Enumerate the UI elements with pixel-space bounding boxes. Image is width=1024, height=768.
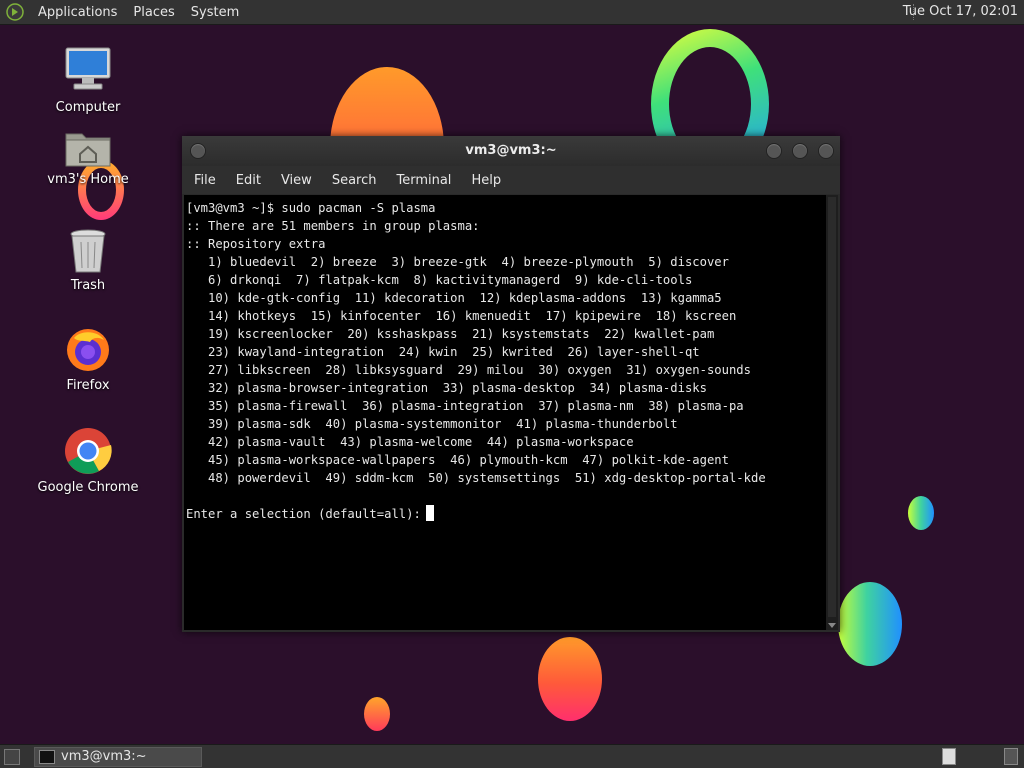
desktop-icon-trash[interactable]: Trash <box>33 228 143 294</box>
terminal-line: [vm3@vm3 ~]$ sudo pacman -S plasma <box>186 201 436 215</box>
desktop-icon-label: Firefox <box>66 378 110 393</box>
terminal-line: 35) plasma-firewall 36) plasma-integrati… <box>186 399 744 413</box>
scroll-down-icon[interactable] <box>828 623 836 628</box>
menu-search[interactable]: Search <box>324 173 385 188</box>
terminal-line: 45) plasma-workspace-wallpapers 46) plym… <box>186 453 729 467</box>
desktop-icon-firefox[interactable]: Firefox <box>33 326 143 394</box>
chrome-icon <box>65 428 112 474</box>
terminal-window[interactable]: vm3@vm3:~ File Edit View Search Terminal… <box>182 136 840 632</box>
terminal-line: 42) plasma-vault 43) plasma-welcome 44) … <box>186 435 634 449</box>
computer-icon <box>65 47 111 90</box>
desktop: Applications Places System Tue Oct 17, 0… <box>0 0 1024 768</box>
desktop-icon-label: Computer <box>55 100 121 115</box>
bottom-panel: vm3@vm3:~ <box>0 744 1024 768</box>
wallpaper-shape <box>538 637 602 721</box>
home-folder-icon <box>65 133 111 167</box>
desktop-icon-chrome[interactable]: Google Chrome <box>33 426 143 496</box>
terminal-line: 19) kscreenlocker 20) ksshaskpass 21) ks… <box>186 327 715 341</box>
system-menu[interactable]: System <box>183 5 247 20</box>
terminal-line: 48) powerdevil 49) sddm-kcm 50) systemse… <box>186 471 766 485</box>
window-title: vm3@vm3:~ <box>465 143 557 158</box>
menu-terminal[interactable]: Terminal <box>388 173 459 188</box>
terminal-line: 14) khotkeys 15) kinfocenter 16) kmenued… <box>186 309 737 323</box>
wallpaper-shape <box>838 582 902 666</box>
terminal-line: 27) libkscreen 28) libksysguard 29) milo… <box>186 363 751 377</box>
close-button[interactable] <box>818 143 834 159</box>
terminal-line: 1) bluedevil 2) breeze 3) breeze-gtk 4) … <box>186 255 729 269</box>
show-desktop-button[interactable] <box>4 749 20 765</box>
maximize-button[interactable] <box>792 143 808 159</box>
workspace-switcher[interactable] <box>942 748 956 765</box>
places-menu[interactable]: Places <box>125 5 182 20</box>
terminal-line: 6) drkonqi 7) flatpak-kcm 8) kactivityma… <box>186 273 693 287</box>
terminal-icon <box>39 750 55 764</box>
desktop-icon-computer[interactable]: Computer <box>33 44 143 116</box>
menu-edit[interactable]: Edit <box>228 173 269 188</box>
terminal-prompt-line[interactable]: Enter a selection (default=all): <box>186 505 826 523</box>
minimize-button[interactable] <box>766 143 782 159</box>
mate-logo-icon[interactable] <box>6 3 24 21</box>
desktop-icon-label: Google Chrome <box>37 480 139 495</box>
terminal-cursor <box>425 505 434 521</box>
terminal-line: :: There are 51 members in group plasma: <box>186 219 480 233</box>
firefox-icon <box>67 329 109 371</box>
menu-view[interactable]: View <box>273 173 320 188</box>
wallpaper-shape <box>364 697 390 731</box>
terminal-line: :: Repository extra <box>186 237 326 251</box>
wallpaper-shape <box>908 496 934 530</box>
desktop-icon-home[interactable]: vm3's Home <box>33 128 143 188</box>
trash-applet-icon[interactable] <box>1004 748 1018 765</box>
taskbar-window-label: vm3@vm3:~ <box>61 749 147 764</box>
terminal-output[interactable]: [vm3@vm3 ~]$ sudo pacman -S plasma:: The… <box>184 195 826 630</box>
terminal-line: 32) plasma-browser-integration 33) plasm… <box>186 381 707 395</box>
desktop-icon-label: vm3's Home <box>47 172 129 187</box>
terminal-line: 39) plasma-sdk 40) plasma-systemmonitor … <box>186 417 678 431</box>
trash-icon <box>70 229 106 273</box>
menu-file[interactable]: File <box>186 173 224 188</box>
terminal-line: 23) kwayland-integration 24) kwin 25) kw… <box>186 345 700 359</box>
menu-help[interactable]: Help <box>463 173 509 188</box>
applications-menu[interactable]: Applications <box>30 5 125 20</box>
terminal-lines: [vm3@vm3 ~]$ sudo pacman -S plasma:: The… <box>186 199 826 505</box>
scrollbar-thumb[interactable] <box>828 197 836 617</box>
taskbar-window-button[interactable]: vm3@vm3:~ <box>34 747 202 767</box>
terminal-scrollbar[interactable] <box>826 195 838 630</box>
top-panel: Applications Places System Tue Oct 17, 0… <box>0 0 1024 25</box>
terminal-menubar: File Edit View Search Terminal Help <box>182 166 840 194</box>
terminal-prompt: Enter a selection (default=all): <box>186 507 421 521</box>
terminal-line: 10) kde-gtk-config 11) kdecoration 12) k… <box>186 291 722 305</box>
window-titlebar[interactable]: vm3@vm3:~ <box>182 136 840 166</box>
clock[interactable]: Tue Oct 17, 02:01 <box>903 0 1018 24</box>
desktop-icon-label: Trash <box>70 278 106 293</box>
